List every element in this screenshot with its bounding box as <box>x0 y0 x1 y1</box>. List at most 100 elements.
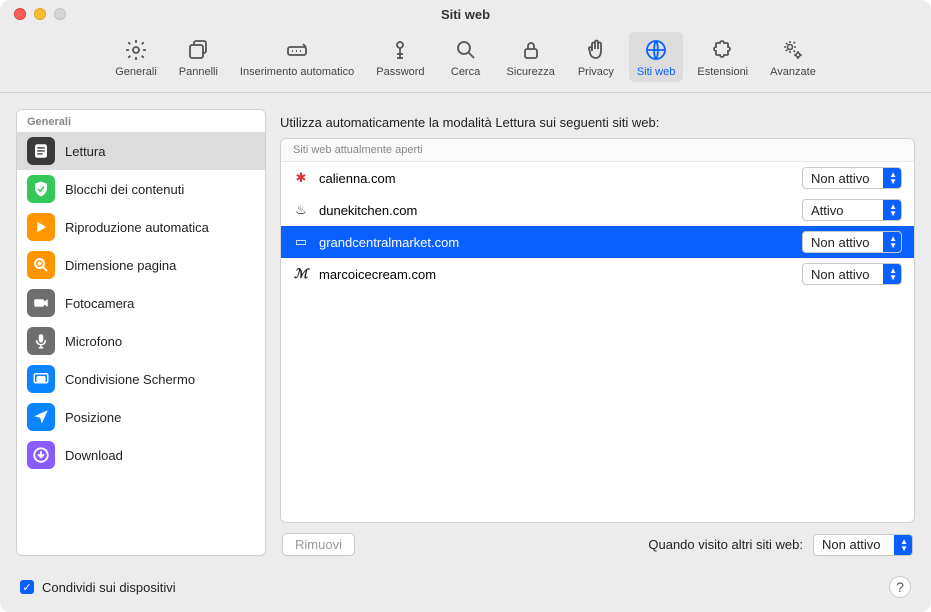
tab-tabs[interactable]: Pannelli <box>171 32 226 82</box>
minimize-window-button[interactable] <box>34 8 46 20</box>
tab-autofill[interactable]: Inserimento automatico <box>232 32 362 82</box>
other-sites-label: Quando visito altri siti web: <box>648 537 803 552</box>
status-dropdown[interactable]: Non attivo ▲▼ <box>802 263 902 285</box>
camera-icon <box>27 289 55 317</box>
tab-label: Generali <box>115 66 157 78</box>
website-row[interactable]: ♨ dunekitchen.com Attivo ▲▼ <box>281 194 914 226</box>
bottom-bar: Rimuovi Quando visito altri siti web: No… <box>280 523 915 556</box>
sidebar-item-autoplay[interactable]: Riproduzione automatica <box>17 208 265 246</box>
site-name: marcoicecream.com <box>319 267 792 282</box>
play-icon <box>27 213 55 241</box>
dropdown-value: Non attivo <box>822 537 881 552</box>
sidebar-item-label: Lettura <box>65 144 105 159</box>
sidebar-item-content-blockers[interactable]: Blocchi dei contenuti <box>17 170 265 208</box>
remove-button[interactable]: Rimuovi <box>282 533 355 556</box>
list-section-header: Siti web attualmente aperti <box>281 139 914 162</box>
traffic-lights <box>0 8 66 20</box>
tab-extensions[interactable]: Estensioni <box>689 32 756 82</box>
tab-label: Pannelli <box>179 66 218 78</box>
sidebar-item-label: Riproduzione automatica <box>65 220 209 235</box>
websites-list: Siti web attualmente aperti ✱ calienna.c… <box>280 138 915 523</box>
sidebar-item-label: Blocchi dei contenuti <box>65 182 184 197</box>
sidebar-item-label: Download <box>65 448 123 463</box>
share-label: Condividi sui dispositivi <box>42 580 881 595</box>
tab-websites[interactable]: Siti web <box>629 32 684 82</box>
footer: ✓ Condividi sui dispositivi ? <box>0 572 931 612</box>
gears-icon <box>779 36 807 64</box>
chevron-updown-icon: ▲▼ <box>900 538 908 552</box>
tab-label: Avanzate <box>770 66 816 78</box>
gear-icon <box>122 36 150 64</box>
sidebar-item-camera[interactable]: Fotocamera <box>17 284 265 322</box>
tab-advanced[interactable]: Avanzate <box>762 32 824 82</box>
chevron-updown-icon: ▲▼ <box>889 171 897 185</box>
sidebar-item-label: Microfono <box>65 334 122 349</box>
close-window-button[interactable] <box>14 8 26 20</box>
website-row[interactable]: ▭ grandcentralmarket.com Non attivo ▲▼ <box>281 226 914 258</box>
settings-sidebar: Generali Lettura Blocchi dei contenuti R… <box>16 109 266 556</box>
titlebar: Siti web <box>0 0 931 28</box>
tab-label: Cerca <box>451 66 480 78</box>
shield-check-icon <box>27 175 55 203</box>
website-row[interactable]: ✱ calienna.com Non attivo ▲▼ <box>281 162 914 194</box>
status-dropdown[interactable]: Attivo ▲▼ <box>802 199 902 221</box>
main-heading: Utilizza automaticamente la modalità Let… <box>280 109 915 138</box>
zoom-icon <box>27 251 55 279</box>
sidebar-item-screen-sharing[interactable]: Condivisione Schermo <box>17 360 265 398</box>
tab-label: Siti web <box>637 66 676 78</box>
status-dropdown[interactable]: Non attivo ▲▼ <box>802 167 902 189</box>
favicon-icon: ✱ <box>293 170 309 186</box>
other-sites-dropdown[interactable]: Non attivo ▲▼ <box>813 534 913 556</box>
favicon-icon: ♨ <box>293 202 309 218</box>
tab-passwords[interactable]: Password <box>368 32 432 82</box>
location-icon <box>27 403 55 431</box>
site-name: calienna.com <box>319 171 792 186</box>
favicon-icon: ▭ <box>293 234 309 250</box>
tab-label: Privacy <box>578 66 614 78</box>
tab-label: Estensioni <box>697 66 748 78</box>
favicon-icon: ℳ <box>293 266 309 282</box>
sidebar-item-label: Dimensione pagina <box>65 258 176 273</box>
chevron-updown-icon: ▲▼ <box>889 235 897 249</box>
status-dropdown[interactable]: Non attivo ▲▼ <box>802 231 902 253</box>
sidebar-item-label: Posizione <box>65 410 121 425</box>
main-panel: Utilizza automaticamente la modalità Let… <box>280 109 915 556</box>
tab-general[interactable]: Generali <box>107 32 165 82</box>
sidebar-item-page-zoom[interactable]: Dimensione pagina <box>17 246 265 284</box>
lock-icon <box>517 36 545 64</box>
dropdown-value: Non attivo <box>811 267 870 282</box>
content-area: Generali Lettura Blocchi dei contenuti R… <box>0 93 931 572</box>
download-icon <box>27 441 55 469</box>
sidebar-item-reader[interactable]: Lettura <box>17 132 265 170</box>
reader-icon <box>27 137 55 165</box>
sidebar-item-downloads[interactable]: Download <box>17 436 265 474</box>
site-name: grandcentralmarket.com <box>319 235 792 250</box>
sidebar-item-label: Condivisione Schermo <box>65 372 195 387</box>
screen-share-icon <box>27 365 55 393</box>
tab-label: Password <box>376 66 424 78</box>
key-icon <box>386 36 414 64</box>
chevron-updown-icon: ▲▼ <box>889 267 897 281</box>
autofill-icon <box>283 36 311 64</box>
tab-label: Inserimento automatico <box>240 66 354 78</box>
sidebar-item-microphone[interactable]: Microfono <box>17 322 265 360</box>
tab-search[interactable]: Cerca <box>439 32 493 82</box>
panels-icon <box>184 36 212 64</box>
hand-icon <box>582 36 610 64</box>
share-checkbox[interactable]: ✓ <box>20 580 34 594</box>
sidebar-item-location[interactable]: Posizione <box>17 398 265 436</box>
chevron-updown-icon: ▲▼ <box>889 203 897 217</box>
preferences-window: Siti web Generali Pannelli Inserimento a… <box>0 0 931 612</box>
search-icon <box>452 36 480 64</box>
sidebar-section-header: Generali <box>17 110 265 132</box>
puzzle-icon <box>709 36 737 64</box>
tab-security[interactable]: Sicurezza <box>499 32 563 82</box>
site-name: dunekitchen.com <box>319 203 792 218</box>
website-row[interactable]: ℳ marcoicecream.com Non attivo ▲▼ <box>281 258 914 290</box>
zoom-window-button[interactable] <box>54 8 66 20</box>
tab-privacy[interactable]: Privacy <box>569 32 623 82</box>
dropdown-value: Attivo <box>811 203 844 218</box>
dropdown-value: Non attivo <box>811 235 870 250</box>
globe-icon <box>642 36 670 64</box>
help-button[interactable]: ? <box>889 576 911 598</box>
